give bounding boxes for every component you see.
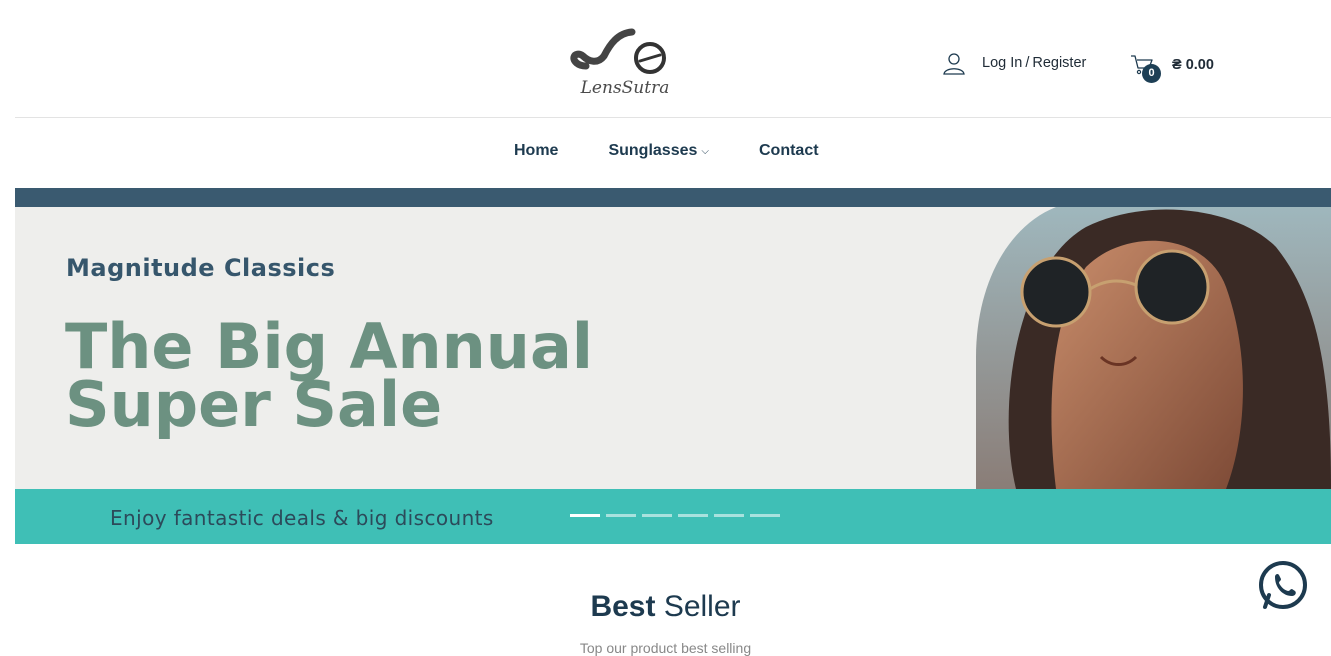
banner-eyebrow: Magnitude Classics	[66, 254, 336, 282]
main-nav: Home Sunglasses ⌵ Contact	[15, 118, 1331, 188]
login-link[interactable]: Log In	[982, 55, 1022, 71]
banner-top-strip	[15, 188, 1331, 207]
account-link[interactable]: Log In / Register	[942, 50, 1086, 76]
nav-item-contact[interactable]: Contact	[759, 142, 819, 160]
register-link[interactable]: Register	[1032, 55, 1086, 71]
cart-total: ₴ 0.00	[1172, 57, 1214, 73]
user-icon	[943, 53, 965, 75]
best-seller-title-rest: Seller	[655, 590, 741, 623]
slider-dot[interactable]	[570, 514, 600, 517]
site-logo[interactable]: LensSutra	[570, 26, 680, 102]
banner-model-image	[976, 207, 1331, 489]
slider-dot[interactable]	[642, 514, 672, 517]
nav-item-home[interactable]: Home	[514, 142, 558, 160]
hero-banner[interactable]: Magnitude Classics The Big Annual Super …	[15, 188, 1331, 544]
slider-dot[interactable]	[606, 514, 636, 517]
nav-item-label: Contact	[758, 142, 819, 159]
logo-mark-icon	[570, 28, 666, 74]
cart-button[interactable]: 0 ₴ 0.00	[1129, 50, 1214, 83]
best-seller-title: Best Seller	[0, 590, 1331, 624]
nav-item-sunglasses[interactable]: Sunglasses ⌵	[608, 142, 709, 160]
cart-icon-wrap: 0	[1129, 52, 1161, 83]
cart-count-badge: 0	[1142, 64, 1161, 83]
whatsapp-icon[interactable]	[1257, 559, 1309, 611]
nav-item-label: Sunglasses	[608, 142, 698, 159]
slider-dot[interactable]	[678, 514, 708, 517]
slider-dot[interactable]	[750, 514, 780, 517]
best-seller-subtitle: Top our product best selling	[579, 640, 752, 656]
slider-dots	[570, 514, 786, 517]
banner-tagline: Enjoy fantastic deals & big discounts	[110, 506, 494, 530]
account-separator: /	[1025, 55, 1030, 71]
best-seller-title-strong: Best	[590, 590, 656, 623]
slider-dot[interactable]	[714, 514, 744, 517]
logo-text: LensSutra	[580, 78, 670, 98]
nav-item-label: Home	[514, 142, 559, 159]
banner-headline-line2: Super Sale	[65, 368, 443, 441]
site-header: LensSutra Log In / Register 0 ₴ 0.00	[15, 0, 1331, 118]
banner-headline: The Big Annual Super Sale	[65, 316, 725, 441]
chevron-down-icon: ⌵	[701, 145, 709, 157]
